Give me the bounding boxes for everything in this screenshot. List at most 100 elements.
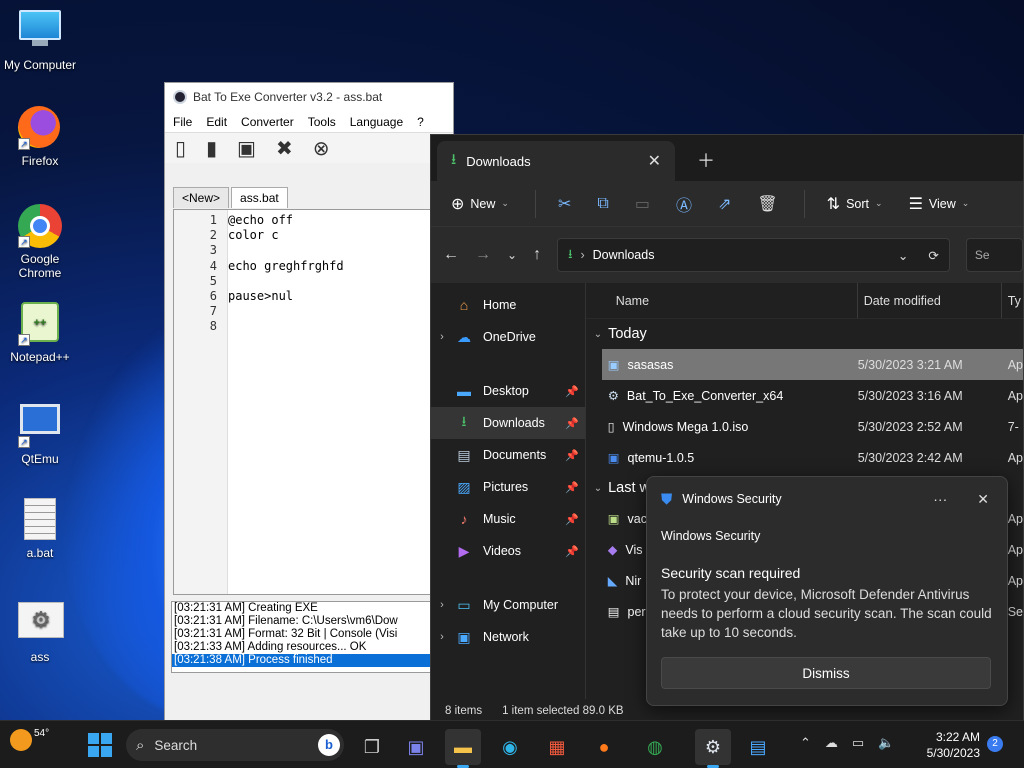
search-input[interactable]: Se (965, 238, 1023, 272)
pin-icon[interactable]: 📌 (565, 513, 579, 526)
clock[interactable]: 3:22 AM 5/30/2023 (918, 729, 980, 761)
bte-menu-converter[interactable]: Converter (241, 115, 294, 129)
share-button[interactable]: ⇗ (718, 194, 731, 214)
bte-menu-tools[interactable]: Tools (308, 115, 336, 129)
taskbar-edge[interactable]: ◉ (492, 729, 528, 765)
bte-menu-language[interactable]: Language (350, 115, 403, 129)
close-file-icon[interactable]: ✖ (276, 136, 293, 161)
paste-button[interactable]: ▭ (635, 194, 650, 214)
group-today[interactable]: ⌄ Today (586, 319, 1023, 349)
cut-button[interactable]: ✂ (558, 194, 571, 214)
desktop-icon-firefox[interactable]: ↗ Firefox (2, 106, 78, 168)
chat-button[interactable]: ▣ (398, 729, 434, 765)
taskbar-notepad[interactable]: ▤ (740, 729, 776, 765)
convert-icon[interactable]: ⊗ (313, 136, 330, 161)
open-file-icon[interactable]: ▮ (206, 136, 217, 161)
bte-titlebar[interactable]: Bat To Exe Converter v3.2 - ass.bat (165, 83, 453, 111)
file-row[interactable]: ▣ sasasas 5/30/2023 3:21 AM Ap (601, 349, 1023, 380)
forward-arrow-icon[interactable]: → (475, 246, 491, 264)
taskbar-firefox[interactable]: ● (586, 729, 622, 765)
nav-item-documents[interactable]: ▤ Documents 📌 (431, 439, 585, 471)
new-button[interactable]: ⊕ New ⌄ (451, 194, 509, 214)
sort-button[interactable]: ⇅ Sort ⌄ (827, 194, 883, 214)
desktop-icon-a-bat[interactable]: a.bat (2, 498, 78, 560)
pin-icon[interactable]: 📌 (565, 481, 579, 494)
desktop-icon-qtemu[interactable]: ↗ QtEmu (2, 400, 78, 466)
pin-icon[interactable]: 📌 (565, 417, 579, 430)
nav-item-music[interactable]: ♪ Music 📌 (431, 503, 585, 535)
nav-item-videos[interactable]: ▶ Videos 📌 (431, 535, 585, 567)
pin-icon[interactable]: 📌 (565, 449, 579, 462)
new-file-icon[interactable]: ▯ (175, 136, 186, 161)
bte-menu-help[interactable]: ? (417, 115, 424, 129)
up-arrow-icon[interactable]: ↑ (533, 246, 541, 264)
close-icon[interactable]: ✕ (977, 491, 989, 508)
display-icon[interactable]: ▭ (852, 735, 864, 751)
code-editor[interactable]: 1 2 3 4 5 6 7 8 @echo off color c echo g… (173, 209, 455, 595)
chevron-up-icon[interactable]: ⌃ (800, 735, 811, 751)
expand-chevron-icon[interactable]: › (431, 599, 453, 611)
sort-button-label: Sort (846, 196, 870, 211)
desktop-icon-notepadpp[interactable]: ++ ↗ Notepad++ (2, 302, 78, 364)
view-button[interactable]: ☰ View ⌄ (909, 194, 970, 214)
taskbar-chrome[interactable]: ◍ (637, 729, 673, 765)
taskbar-search[interactable]: ⌕ Search b (126, 729, 344, 761)
copy-button[interactable]: ⧉ (597, 195, 608, 213)
notification-badge[interactable]: 2 (987, 736, 1003, 752)
bing-icon[interactable]: b (318, 734, 340, 756)
rename-button[interactable]: Ⓐ (676, 192, 692, 216)
nav-item-pictures[interactable]: ▨ Pictures 📌 (431, 471, 585, 503)
network-off-icon[interactable]: ☁ (825, 735, 838, 751)
nav-item-downloads[interactable]: ⭳ Downloads 📌 (431, 407, 585, 439)
chevron-down-icon[interactable]: ⌄ (898, 248, 908, 263)
taskbar-file-explorer[interactable]: ▬ (445, 729, 481, 768)
save-icon[interactable]: ▣ (237, 136, 256, 161)
file-row[interactable]: ▯ Windows Mega 1.0.iso 5/30/2023 2:52 AM … (602, 411, 1023, 442)
pin-icon[interactable]: 📌 (565, 545, 579, 558)
picture-icon: ▨ (457, 478, 471, 495)
close-tab-icon[interactable]: ✕ (648, 151, 661, 171)
column-type[interactable]: Ty (1002, 294, 1021, 308)
nav-item-my-computer[interactable]: › ▭ My Computer (431, 589, 585, 621)
desktop-icon-my-computer[interactable]: My Computer (2, 10, 78, 72)
tab-new[interactable]: <New> (173, 187, 230, 208)
column-name[interactable]: Name (586, 283, 858, 318)
weather-widget[interactable]: 54° (10, 728, 49, 751)
refresh-icon[interactable]: ⟳ (928, 248, 938, 263)
nav-label: Home (483, 298, 517, 312)
log-line-selected[interactable]: [03:21:38 AM] Process finished (172, 654, 454, 667)
delete-button[interactable]: 🗑 (757, 194, 777, 214)
nav-item-network[interactable]: › ▣ Network (431, 621, 585, 653)
taskbar-bat-to-exe[interactable]: ⚙ (695, 729, 731, 768)
address-input[interactable]: ⭳ › Downloads ⌄ ⟳ (557, 238, 950, 272)
bat-to-exe-window: Bat To Exe Converter v3.2 - ass.bat File… (164, 82, 455, 722)
start-button[interactable] (88, 733, 112, 757)
back-arrow-icon[interactable]: ← (443, 246, 459, 264)
taskbar-store[interactable]: ▦ (539, 729, 575, 765)
build-log[interactable]: [03:21:31 AM] Creating EXE [03:21:31 AM]… (171, 601, 455, 673)
task-view-button[interactable]: ❐ (354, 729, 390, 765)
expand-chevron-icon[interactable]: › (431, 631, 453, 643)
nav-item-desktop[interactable]: ▬ Desktop 📌 (431, 375, 585, 407)
code-line: echo greghfrghfd (228, 258, 344, 273)
nav-item-home[interactable]: ⌂ Home (431, 289, 585, 321)
expand-chevron-icon[interactable]: › (431, 331, 453, 343)
nav-item-onedrive[interactable]: › ☁ OneDrive (431, 321, 585, 353)
bte-menu-file[interactable]: File (173, 115, 192, 129)
file-row[interactable]: ⚙ Bat_To_Exe_Converter_x64 5/30/2023 3:16… (602, 380, 1023, 411)
desktop-icon-ass[interactable]: ⚙ ass (2, 598, 78, 664)
pin-icon[interactable]: 📌 (565, 385, 579, 398)
column-date-modified[interactable]: Date modified (858, 283, 1002, 318)
dismiss-button[interactable]: Dismiss (661, 657, 991, 689)
tab-ass-bat[interactable]: ass.bat (231, 187, 288, 208)
new-tab-icon[interactable]: ＋ (697, 147, 715, 173)
volume-icon[interactable]: 🔈 (878, 735, 894, 751)
app-file-icon: ▣ (607, 358, 620, 372)
recent-chevron-icon[interactable]: ⌄ (507, 248, 517, 262)
desktop-icon-chrome[interactable]: ↗ Google Chrome (2, 204, 78, 280)
file-row[interactable]: ▣ qtemu-1.0.5 5/30/2023 2:42 AM Ap (602, 442, 1023, 473)
bte-menu-edit[interactable]: Edit (206, 115, 227, 129)
more-options-icon[interactable]: ··· (933, 491, 947, 508)
explorer-tab-downloads[interactable]: ⭳ Downloads ✕ (437, 141, 675, 181)
